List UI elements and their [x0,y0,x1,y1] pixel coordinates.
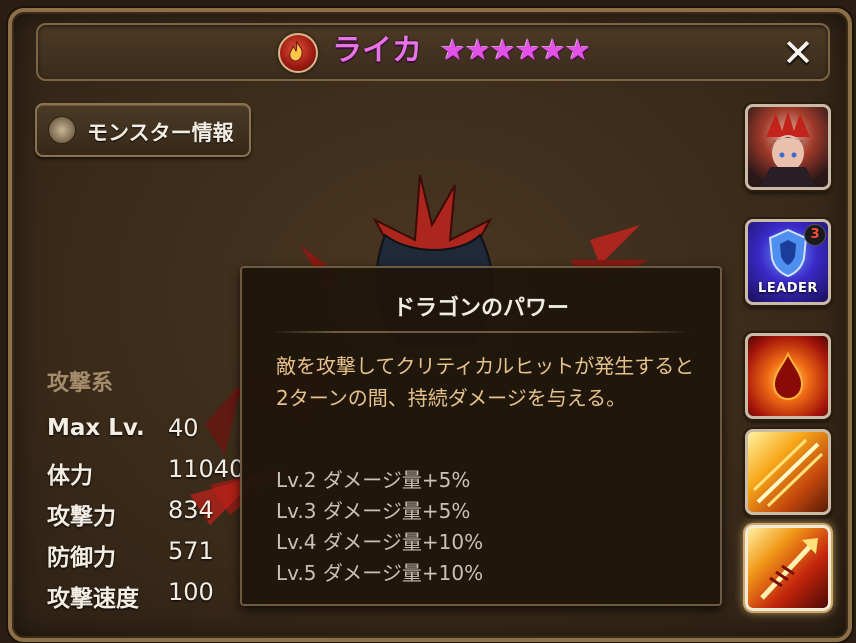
blood-drop-icon [772,351,804,401]
skill-description: 敵を攻撃してクリティカルヒットが発生すると2ターンの間、持続ダメージを与える。 [276,354,695,410]
stat-value-max-level: 40 [168,414,199,442]
stat-value-speed: 100 [168,578,214,606]
stat-label-attack: 攻撃力 [47,504,116,530]
star-icon: ★ [440,33,466,67]
stat-value-hp: 11040 [168,455,245,483]
stat-value-defense: 571 [168,537,214,565]
stat-label-max-level: Max Lv. [47,415,145,441]
star-icon: ★ [565,33,591,67]
monster-icon [48,116,76,144]
title-bar [36,23,830,81]
star-icon: ★ [465,33,491,67]
skill-1-button[interactable] [745,333,831,419]
stat-value-attack: 834 [168,496,214,524]
fire-element-icon [278,33,318,73]
star-icon: ★ [490,33,516,67]
stat-label-defense: 防御力 [47,545,116,571]
skill-level-item: Lv.3 ダメージ量+5% [276,499,471,523]
claw-slash-icon [752,438,824,508]
skill-level-item: Lv.4 ダメージ量+10% [276,530,484,554]
skill-level-item: Lv.2 ダメージ量+5% [276,468,471,492]
stat-label-speed: 攻撃速度 [47,586,139,612]
skill-level-list: Lv.2 ダメージ量+5% Lv.3 ダメージ量+5% Lv.4 ダメージ量+1… [276,465,483,589]
dragon-knight-face-icon [760,111,816,187]
monster-type-label: 攻撃系 [47,371,114,396]
skill-tooltip: ドラゴンのパワー 敵を攻撃してクリティカルヒットが発生すると2ターンの間、持続ダ… [240,266,722,606]
skill-level-item: Lv.5 ダメージ量+10% [276,561,484,585]
leader-skill-button[interactable]: 3 LEADER [745,219,831,305]
star-icon: ★ [515,33,541,67]
skill-2-button[interactable] [745,429,831,515]
monster-info-label: モンスター情報 [87,121,234,145]
close-button[interactable]: ✕ [778,33,818,73]
star-icon: ★ [540,33,566,67]
skill-3-button[interactable] [745,525,831,611]
monster-name: ライカ [332,33,422,68]
monster-portrait-button[interactable] [745,104,831,190]
monster-info-button[interactable]: モンスター情報 [35,103,251,157]
leader-label: LEADER [758,281,818,296]
leader-badge: 3 [804,224,826,246]
skill-title: ドラゴンのパワー [392,296,569,321]
star-rating: ★ ★ ★ ★ ★ ★ [440,33,591,67]
tooltip-divider [272,331,690,333]
spear-strike-icon [760,538,818,600]
stat-label-hp: 体力 [47,463,93,489]
